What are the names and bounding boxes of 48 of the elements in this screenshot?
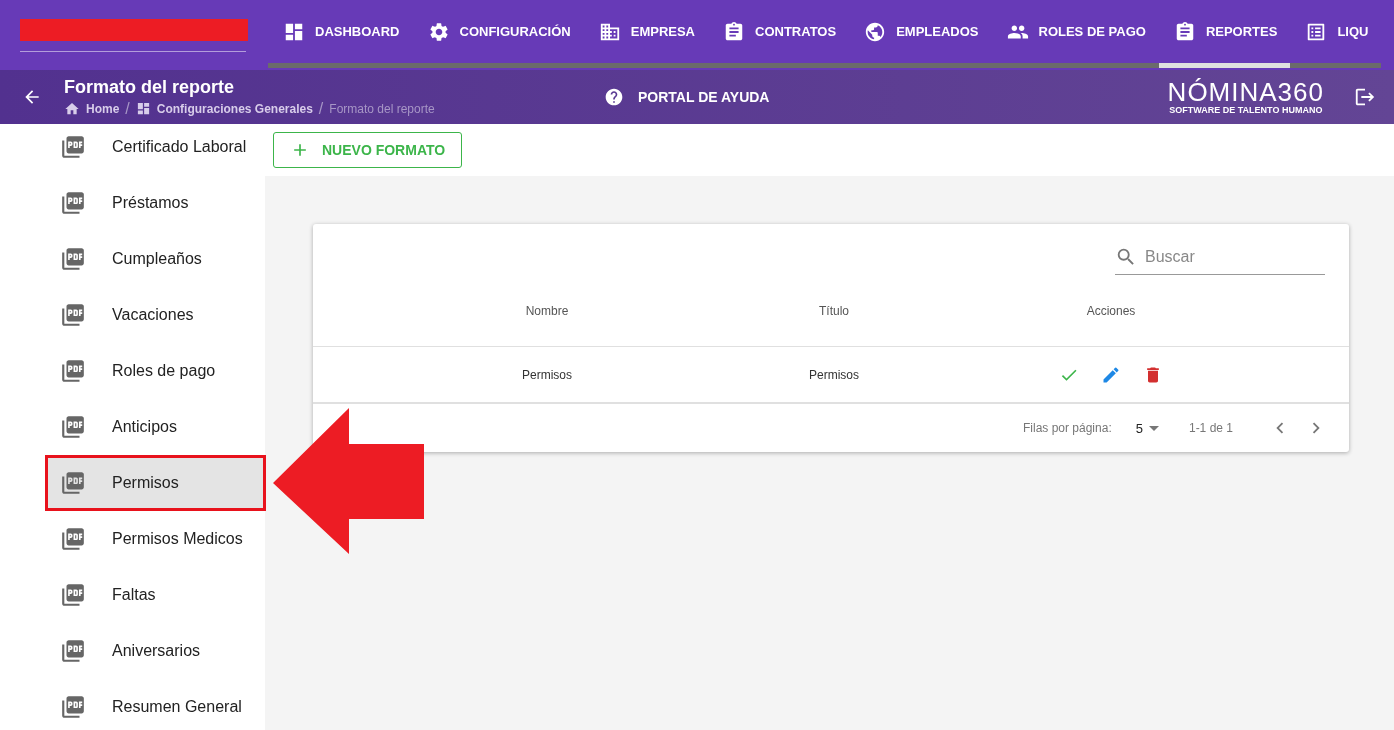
sidebar-item[interactable]: Anticipos xyxy=(48,399,265,455)
help-link[interactable]: PORTAL DE AYUDA xyxy=(604,87,770,107)
sidebar-item[interactable]: Certificado Laboral xyxy=(48,119,265,175)
breadcrumb-separator: / xyxy=(125,99,130,118)
sidebar-item[interactable]: Vacaciones xyxy=(48,287,265,343)
pdf-icon xyxy=(60,358,86,384)
pdf-icon xyxy=(60,638,86,664)
sidebar-item[interactable]: Faltas xyxy=(48,567,265,623)
home-icon xyxy=(64,100,80,117)
logo-name: NÓMINA360 xyxy=(1167,79,1324,105)
pdf-icon xyxy=(60,414,86,440)
pdf-icon xyxy=(60,694,86,720)
column-header: Nombre xyxy=(524,303,570,318)
help-icon xyxy=(604,87,624,107)
search-icon xyxy=(1115,246,1137,268)
logout-icon[interactable] xyxy=(1354,86,1376,108)
sidebar-item[interactable]: Roles de pago xyxy=(48,343,265,399)
sidebar-item[interactable]: Resumen General xyxy=(48,679,265,730)
breadcrumb-link[interactable]: Home xyxy=(86,101,120,116)
globe-icon xyxy=(864,20,887,43)
dashboard-icon xyxy=(135,101,151,116)
pdf-icon xyxy=(60,470,86,496)
column-header: Acciones xyxy=(1085,303,1137,318)
pdf-icon xyxy=(60,526,86,552)
pdf-icon xyxy=(60,246,86,272)
sidebar-item[interactable]: Cumpleaños xyxy=(48,231,265,287)
page-title: Formato del reporte xyxy=(64,76,236,98)
pdf-icon xyxy=(60,134,86,160)
column-header: Título xyxy=(818,303,850,318)
edit-icon[interactable] xyxy=(1101,364,1121,385)
pdf-icon xyxy=(60,190,86,216)
logo-tagline: SOFTWARE DE TALENTO HUMANO xyxy=(1169,105,1323,115)
caret-icon xyxy=(1148,425,1159,431)
breadcrumb-separator: / xyxy=(318,99,324,118)
pdf-icon xyxy=(60,582,86,608)
search-field[interactable]: Buscar xyxy=(1115,246,1325,275)
sidebar-item[interactable]: Préstamos xyxy=(48,175,265,231)
sidebar-item[interactable]: Permisos Medicos xyxy=(48,511,265,567)
pdf-icon xyxy=(60,302,86,328)
clipboard-icon xyxy=(723,20,745,43)
breadcrumb-link[interactable]: Configuraciones Generales xyxy=(156,101,313,116)
table-cell-text: Permisos xyxy=(521,367,573,382)
page-range: 1-1 de 1 xyxy=(1188,421,1233,435)
sidebar-item[interactable]: Aniversarios xyxy=(48,623,265,679)
table-cell-text: Permisos xyxy=(808,367,860,382)
settings-icon xyxy=(427,20,450,43)
rows-per-page-label: Filas por página: xyxy=(1023,421,1112,435)
rows-per-page-select[interactable]: 5 xyxy=(1135,420,1159,436)
